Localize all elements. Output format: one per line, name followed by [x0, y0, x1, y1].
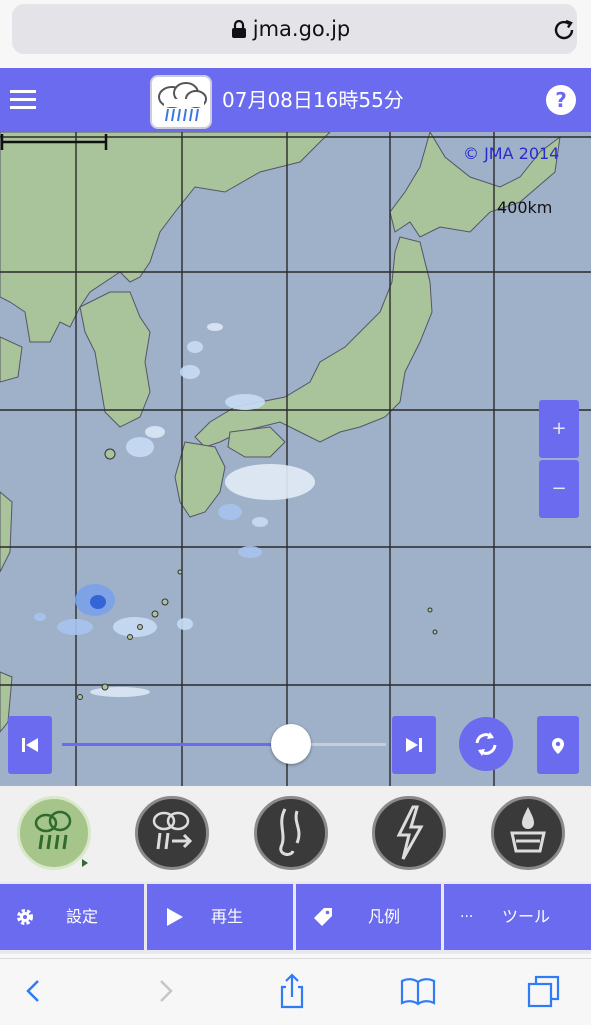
forward-icon[interactable]: [147, 973, 183, 1009]
zoom-in-button[interactable]: +: [539, 400, 579, 458]
flood-drop-icon: [510, 807, 546, 853]
back-icon[interactable]: [16, 973, 52, 1009]
radar-map[interactable]: © JMA 2014 400km + −: [0, 132, 591, 786]
browser-toolbar: [0, 958, 591, 1025]
landmass-shikoku: [227, 426, 286, 458]
legend-button[interactable]: 凡例: [296, 884, 441, 950]
skip-back-icon: [22, 738, 38, 752]
browser-top-bar: jma.go.jp: [0, 0, 591, 68]
skip-back-button[interactable]: [8, 716, 52, 774]
observation-datetime: 07月08日16時55分: [222, 88, 404, 112]
rain-radar-icon: [34, 810, 88, 867]
layer-tornado[interactable]: [254, 796, 328, 870]
layer-selector: [0, 786, 591, 882]
timeline-slider-thumb[interactable]: [271, 724, 311, 764]
skip-forward-icon: [406, 738, 422, 752]
more-dots-icon: ···: [460, 909, 474, 925]
app-menu-bar: 設定 再生 凡例 ··· ツール: [0, 882, 591, 954]
reload-icon[interactable]: [552, 18, 576, 42]
share-icon[interactable]: [274, 973, 310, 1009]
landmass-china-coast: [0, 336, 23, 383]
play-label: 再生: [211, 907, 244, 926]
skip-forward-button[interactable]: [392, 716, 436, 774]
layer-lightning[interactable]: [372, 796, 446, 870]
lightning-icon: [396, 805, 424, 860]
scale-bar: [0, 134, 108, 150]
tornado-icon: [279, 808, 301, 856]
gear-icon: [17, 909, 33, 925]
hamburger-menu-icon[interactable]: [10, 88, 36, 110]
zoom-out-button[interactable]: −: [539, 460, 579, 518]
refresh-icon: [475, 732, 497, 756]
settings-label: 設定: [66, 907, 99, 926]
location-pin-icon: [552, 738, 564, 754]
layer-flood[interactable]: [491, 796, 565, 870]
play-icon: [167, 908, 183, 926]
bookmarks-icon[interactable]: [400, 973, 436, 1009]
rain-cloud-logo-icon: [150, 75, 212, 129]
tag-icon: [314, 908, 332, 926]
map-graphic: [0, 132, 591, 786]
layer-rain-radar[interactable]: [17, 796, 91, 870]
play-button[interactable]: 再生: [147, 884, 293, 950]
tools-label: ツール: [502, 907, 551, 926]
url-text: jma.go.jp: [252, 17, 351, 41]
landmass-korea: [79, 291, 151, 428]
legend-label: 凡例: [368, 907, 401, 926]
scale-label: 400km: [497, 198, 553, 217]
url-bar[interactable]: jma.go.jp: [12, 4, 577, 54]
rain-forecast-icon: [152, 811, 193, 850]
refresh-button[interactable]: [459, 717, 513, 771]
settings-button[interactable]: 設定: [0, 884, 144, 950]
landmass-asia: [0, 132, 331, 343]
copyright-text: © JMA 2014: [463, 144, 560, 163]
tools-button[interactable]: ··· ツール: [444, 884, 591, 950]
app-header: 07月08日16時55分 ?: [0, 68, 591, 132]
timeline-progress: [62, 743, 292, 746]
landmass-china-south: [0, 491, 13, 573]
tabs-icon[interactable]: [526, 973, 562, 1009]
location-button[interactable]: [537, 716, 579, 774]
landmass-honshu: [194, 236, 433, 448]
layer-rain-forecast[interactable]: [135, 796, 209, 870]
help-icon[interactable]: ?: [546, 85, 576, 115]
